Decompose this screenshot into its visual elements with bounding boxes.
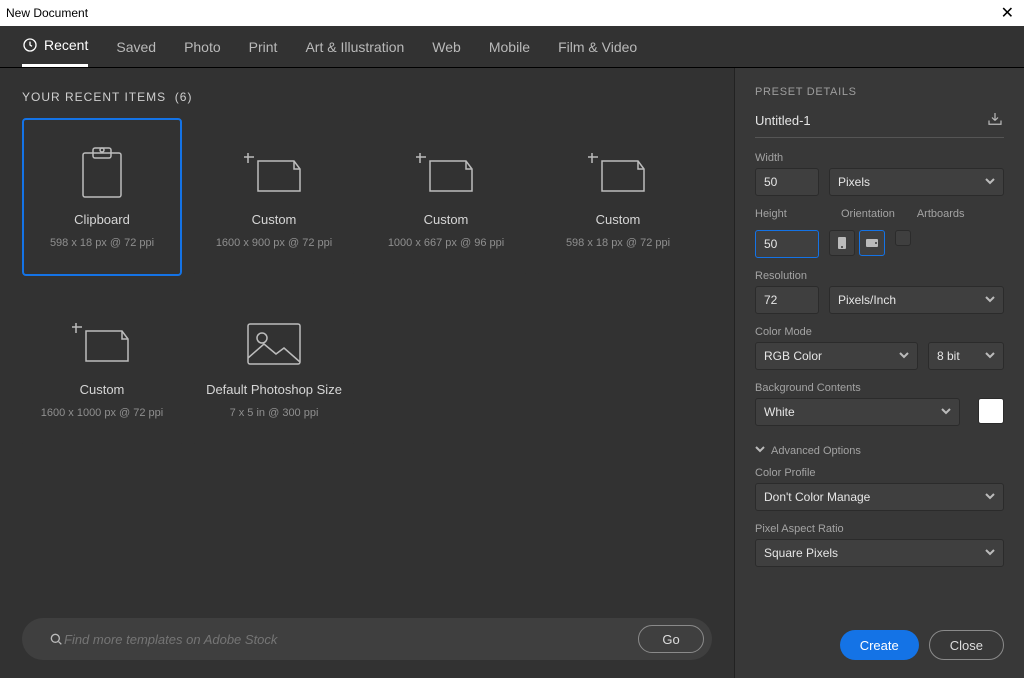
card-subtitle: 598 x 18 px @ 72 ppi: [50, 237, 154, 249]
preset-card[interactable]: Default Photoshop Size 7 x 5 in @ 300 ppi: [194, 288, 354, 446]
save-preset-icon[interactable]: [986, 110, 1004, 131]
card-subtitle: 7 x 5 in @ 300 ppi: [230, 407, 319, 419]
chevron-down-icon: [985, 546, 995, 560]
width-unit-select[interactable]: Pixels: [829, 168, 1004, 196]
aspect-select[interactable]: Square Pixels: [755, 539, 1004, 567]
preset-card[interactable]: Custom 1600 x 1000 px @ 72 ppi: [22, 288, 182, 446]
card-title: Custom: [596, 212, 641, 227]
tab-bar: Recent Saved Photo Print Art & Illustrat…: [0, 26, 1024, 68]
photo-icon: [240, 316, 308, 372]
card-title: Default Photoshop Size: [206, 382, 342, 397]
tab-print[interactable]: Print: [249, 26, 278, 67]
card-title: Custom: [80, 382, 125, 397]
clipboard-icon: [68, 146, 136, 202]
close-icon[interactable]: ✕: [997, 3, 1018, 23]
create-button[interactable]: Create: [840, 630, 919, 660]
search-input[interactable]: [64, 632, 638, 647]
chevron-down-icon: [755, 444, 765, 457]
orientation-label: Orientation: [841, 208, 895, 220]
card-title: Clipboard: [74, 212, 130, 227]
section-label: YOUR RECENT ITEMS (6): [22, 90, 712, 104]
card-subtitle: 1600 x 900 px @ 72 ppi: [216, 237, 332, 249]
profile-select[interactable]: Don't Color Manage: [755, 483, 1004, 511]
chevron-down-icon: [899, 349, 909, 363]
resolution-unit-select[interactable]: Pixels/Inch: [829, 286, 1004, 314]
resolution-label: Resolution: [755, 270, 1004, 282]
advanced-toggle[interactable]: Advanced Options: [755, 444, 1004, 457]
tab-art[interactable]: Art & Illustration: [305, 26, 404, 67]
preset-grid: Clipboard 598 x 18 px @ 72 ppi Custom 1600 …: [22, 118, 712, 446]
bg-color-swatch[interactable]: [978, 398, 1004, 424]
colormode-label: Color Mode: [755, 326, 1004, 338]
search-icon: [48, 631, 64, 647]
preset-details: PRESET DETAILS Untitled-1 Width Pixels H…: [734, 68, 1024, 678]
bg-label: Background Contents: [755, 382, 1004, 394]
width-input[interactable]: [755, 168, 819, 196]
doc-icon: [412, 146, 480, 202]
tab-photo[interactable]: Photo: [184, 26, 221, 67]
tab-film[interactable]: Film & Video: [558, 26, 637, 67]
window-title: New Document: [6, 6, 88, 20]
tab-saved[interactable]: Saved: [116, 26, 156, 67]
artboards-checkbox[interactable]: [895, 230, 911, 246]
chevron-down-icon: [985, 293, 995, 307]
close-button[interactable]: Close: [929, 630, 1004, 660]
artboards-label: Artboards: [917, 208, 965, 220]
card-subtitle: 1600 x 1000 px @ 72 ppi: [41, 407, 163, 419]
aspect-label: Pixel Aspect Ratio: [755, 523, 1004, 535]
tab-web[interactable]: Web: [432, 26, 461, 67]
recent-panel: YOUR RECENT ITEMS (6) Clipboard 598 x 18 …: [0, 68, 734, 678]
card-subtitle: 1000 x 667 px @ 96 ppi: [388, 237, 504, 249]
card-title: Custom: [424, 212, 469, 227]
width-label: Width: [755, 152, 1004, 164]
chevron-down-icon: [985, 490, 995, 504]
go-button[interactable]: Go: [638, 625, 704, 653]
preset-card[interactable]: Custom 1600 x 900 px @ 72 ppi: [194, 118, 354, 276]
chevron-down-icon: [985, 175, 995, 189]
bitdepth-select[interactable]: 8 bit: [928, 342, 1004, 370]
details-header: PRESET DETAILS: [755, 86, 1004, 98]
orientation-landscape[interactable]: [859, 230, 885, 256]
doc-icon: [240, 146, 308, 202]
tab-recent[interactable]: Recent: [22, 26, 88, 67]
titlebar: New Document ✕: [0, 0, 1024, 26]
height-label: Height: [755, 208, 819, 220]
height-input[interactable]: [755, 230, 819, 258]
orientation-portrait[interactable]: [829, 230, 855, 256]
bg-select[interactable]: White: [755, 398, 960, 426]
profile-label: Color Profile: [755, 467, 1004, 479]
document-name[interactable]: Untitled-1: [755, 113, 811, 128]
clock-icon: [22, 37, 38, 53]
doc-icon: [584, 146, 652, 202]
card-title: Custom: [252, 212, 297, 227]
preset-card[interactable]: Custom 1000 x 667 px @ 96 ppi: [366, 118, 526, 276]
colormode-select[interactable]: RGB Color: [755, 342, 918, 370]
stock-search: Go: [22, 618, 712, 660]
tab-mobile[interactable]: Mobile: [489, 26, 530, 67]
card-subtitle: 598 x 18 px @ 72 ppi: [566, 237, 670, 249]
preset-card[interactable]: Custom 598 x 18 px @ 72 ppi: [538, 118, 698, 276]
doc-icon: [68, 316, 136, 372]
preset-card[interactable]: Clipboard 598 x 18 px @ 72 ppi: [22, 118, 182, 276]
chevron-down-icon: [941, 405, 951, 419]
chevron-down-icon: [985, 349, 995, 363]
resolution-input[interactable]: [755, 286, 819, 314]
